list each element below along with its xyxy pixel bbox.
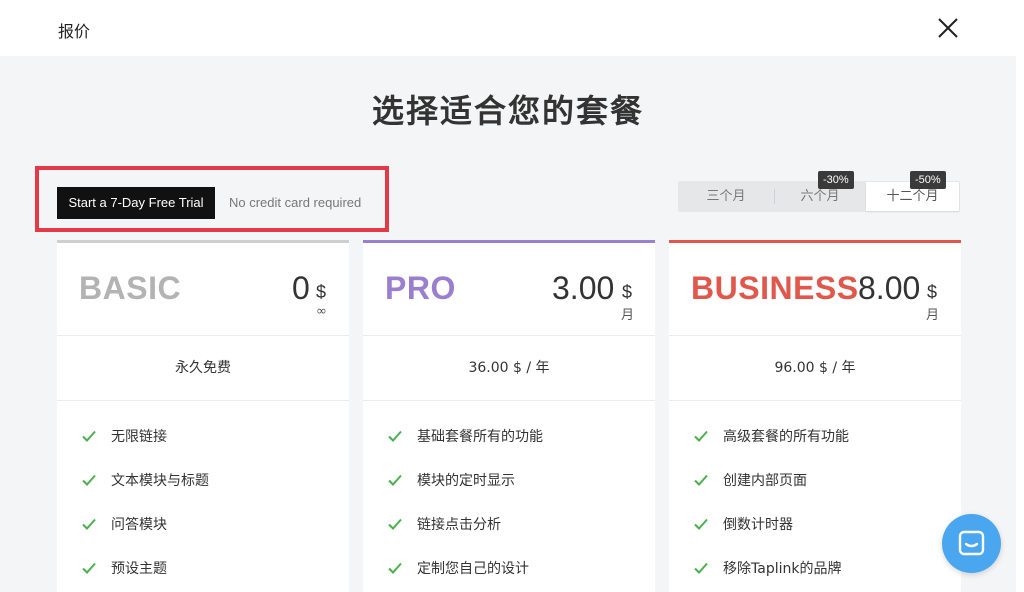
plan-currency: $ (316, 282, 327, 302)
plan-currency: $ (927, 282, 938, 302)
list-item: 定制您自己的设计 (363, 558, 655, 592)
feature-text: 高级套餐的所有功能 (723, 429, 849, 445)
plan-card-pro[interactable]: PRO 3.00 $ 月 36.00 $ / 年 基础套餐所有的功能 模块的定时… (363, 240, 655, 592)
check-icon (388, 562, 402, 574)
plan-accent-bar (669, 240, 961, 243)
scrollbar-track[interactable] (1016, 0, 1024, 592)
plan-price: 0 (292, 270, 310, 306)
plan-card-basic[interactable]: BASIC 0 $ ∞ 永久免费 无限链接 文本模块与标题 问答模块 预设主题 (57, 240, 349, 592)
plan-price-unit: 月 (926, 308, 940, 323)
plan-name: BASIC (79, 270, 182, 306)
modal-title: 报价 (58, 22, 91, 41)
check-icon (82, 474, 96, 486)
feature-text: 基础套餐所有的功能 (417, 429, 543, 445)
check-icon (82, 430, 96, 442)
chat-icon (958, 530, 985, 556)
check-icon (694, 430, 708, 442)
plan-price: 8.00 (858, 270, 921, 306)
check-icon (388, 518, 402, 530)
period-3-months[interactable]: 三个月 (678, 181, 774, 212)
plan-subtitle: 永久免费 (57, 335, 349, 401)
list-item: 预设主题 (57, 558, 349, 592)
discount-badge-12-months: -50% (910, 171, 946, 189)
feature-text: 文本模块与标题 (111, 473, 209, 489)
plan-accent-bar (57, 240, 349, 243)
plan-subtitle: 36.00 $ / 年 (363, 335, 655, 401)
plan-accent-bar (363, 240, 655, 243)
start-trial-button[interactable]: Start a 7-Day Free Trial (57, 187, 215, 219)
feature-list: 高级套餐的所有功能 创建内部页面 倒数计时器 移除Taplink的品牌 (669, 426, 961, 592)
feature-text: 链接点击分析 (417, 517, 501, 533)
list-item: 基础套餐所有的功能 (363, 426, 655, 470)
feature-text: 模块的定时显示 (417, 473, 515, 489)
check-icon (694, 562, 708, 574)
list-item: 高级套餐的所有功能 (669, 426, 961, 470)
feature-list: 无限链接 文本模块与标题 问答模块 预设主题 (57, 426, 349, 592)
check-icon (694, 474, 708, 486)
close-icon (938, 18, 958, 38)
list-item: 模块的定时显示 (363, 470, 655, 514)
plan-price-unit: ∞ (316, 304, 327, 319)
list-item: 问答模块 (57, 514, 349, 558)
plan-card-business[interactable]: BUSINESS 8.00 $ 月 96.00 $ / 年 高级套餐的所有功能 … (669, 240, 961, 592)
chat-button[interactable] (942, 514, 1001, 573)
modal-header: 报价 (0, 0, 1016, 56)
check-icon (82, 562, 96, 574)
feature-text: 预设主题 (111, 561, 167, 577)
check-icon (82, 518, 96, 530)
list-item: 文本模块与标题 (57, 470, 349, 514)
check-icon (388, 474, 402, 486)
check-icon (388, 430, 402, 442)
feature-text: 定制您自己的设计 (417, 561, 529, 577)
feature-text: 无限链接 (111, 429, 167, 445)
trial-note: No credit card required (229, 195, 362, 210)
feature-list: 基础套餐所有的功能 模块的定时显示 链接点击分析 定制您自己的设计 (363, 426, 655, 592)
plan-name: PRO (385, 270, 456, 306)
list-item: 创建内部页面 (669, 470, 961, 514)
plan-price-unit: 月 (621, 308, 635, 323)
plan-price: 3.00 (552, 270, 615, 306)
list-item: 移除Taplink的品牌 (669, 558, 961, 592)
plan-name: BUSINESS (691, 270, 859, 306)
list-item: 链接点击分析 (363, 514, 655, 558)
list-item: 无限链接 (57, 426, 349, 470)
plan-currency: $ (622, 282, 633, 302)
feature-text: 移除Taplink的品牌 (723, 561, 842, 577)
feature-text: 创建内部页面 (723, 473, 807, 489)
discount-badge-6-months: -30% (818, 171, 854, 189)
list-item: 倒数计时器 (669, 514, 961, 558)
plan-subtitle: 96.00 $ / 年 (669, 335, 961, 401)
check-icon (694, 518, 708, 530)
page-heading: 选择适合您的套餐 (371, 92, 644, 130)
close-button[interactable] (934, 14, 962, 42)
feature-text: 问答模块 (111, 517, 167, 533)
feature-text: 倒数计时器 (723, 517, 793, 533)
